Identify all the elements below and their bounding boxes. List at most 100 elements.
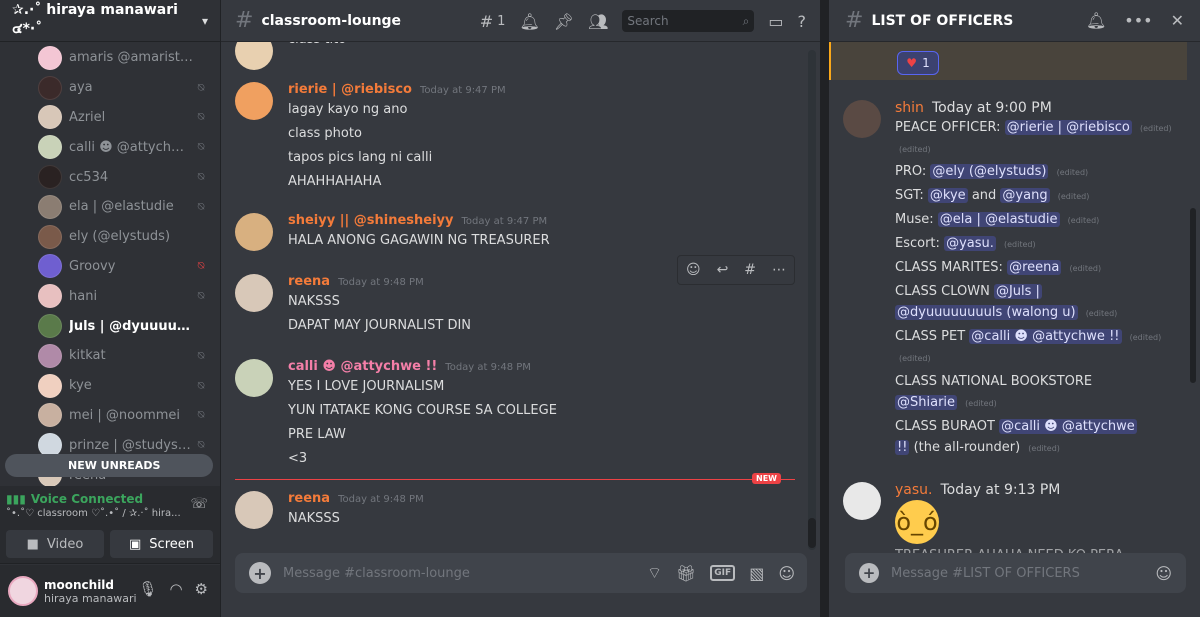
gear-icon[interactable]: ⚙ bbox=[195, 580, 208, 598]
avatar[interactable] bbox=[38, 165, 62, 190]
avatar[interactable] bbox=[235, 274, 273, 312]
message-text: class photo bbox=[288, 126, 362, 141]
message-author[interactable]: yasu. bbox=[895, 482, 932, 498]
headphones-icon[interactable]: ◠ bbox=[169, 580, 182, 598]
voice-member[interactable]: kitkat ⍉ bbox=[0, 341, 220, 371]
avatar[interactable] bbox=[235, 213, 273, 251]
user-mention[interactable]: @Shiarie bbox=[895, 395, 958, 410]
thread-composer[interactable]: + Message #LIST OF OFFICERS ☺ bbox=[845, 553, 1186, 593]
avatar[interactable] bbox=[235, 42, 273, 70]
scrollbar[interactable] bbox=[808, 50, 816, 550]
voice-member[interactable]: ela | @elastudie ⍉ bbox=[0, 192, 220, 222]
heart-reaction[interactable]: ♥ 1 bbox=[897, 51, 939, 75]
avatar[interactable] bbox=[38, 45, 62, 70]
add-reaction-icon[interactable]: ☺ bbox=[686, 262, 701, 278]
thread-scrollbar-thumb[interactable] bbox=[1190, 208, 1196, 383]
avatar[interactable] bbox=[235, 359, 273, 397]
more-icon[interactable]: ⋯ bbox=[772, 262, 786, 278]
message-author[interactable]: calli ☻ @attychwe !! bbox=[288, 359, 437, 374]
voice-status[interactable]: ▮▮▮ Voice Connected bbox=[6, 492, 143, 506]
gif-icon[interactable]: GIF bbox=[710, 565, 736, 581]
message-author[interactable]: shin bbox=[895, 100, 924, 116]
inbox-icon[interactable]: ▭ bbox=[768, 12, 783, 31]
avatar[interactable] bbox=[235, 491, 273, 529]
user-mention[interactable]: @calli ☻ @attychwe bbox=[999, 419, 1137, 434]
avatar[interactable] bbox=[38, 254, 62, 279]
bell-icon[interactable]: 🔔︎ bbox=[519, 12, 539, 31]
avatar[interactable] bbox=[235, 82, 273, 120]
user-mention[interactable]: @kye bbox=[927, 188, 968, 203]
officer-text: CLASS CLOWN bbox=[895, 284, 990, 299]
close-icon[interactable]: ✕ bbox=[1171, 11, 1184, 30]
user-mention[interactable]: @reena bbox=[1007, 260, 1062, 275]
reply-icon[interactable]: ↩ bbox=[717, 262, 729, 278]
video-button[interactable]: ■ Video bbox=[6, 530, 104, 558]
avatar[interactable] bbox=[38, 75, 62, 100]
user-mention[interactable]: @Juls | bbox=[993, 284, 1042, 299]
muted-mic-icon bbox=[194, 319, 208, 333]
new-unreads-pill[interactable]: NEW UNREADS bbox=[5, 454, 213, 477]
avatar[interactable] bbox=[38, 343, 62, 368]
message-composer[interactable]: + Message #classroom-lounge ⌔ 🎁︎ GIF ▧ ☺ bbox=[235, 553, 807, 593]
avatar[interactable] bbox=[38, 135, 62, 160]
help-icon[interactable]: ? bbox=[798, 12, 807, 31]
user-mention[interactable]: @calli ☻ @attychwe !! bbox=[969, 329, 1122, 344]
avatar[interactable] bbox=[8, 576, 38, 606]
message-author[interactable]: rierie | @riebisco bbox=[288, 82, 412, 97]
sticker-icon[interactable]: ▧ bbox=[749, 564, 764, 583]
pin-icon[interactable]: 📌︎ bbox=[554, 12, 574, 31]
user-mention[interactable]: !! bbox=[895, 440, 910, 455]
user-info[interactable]: moonchild hiraya manawari bbox=[44, 578, 137, 605]
user-mention[interactable]: @dyuuuuuuuuls (walong u) bbox=[895, 305, 1078, 320]
voice-member[interactable]: kye ⍉ bbox=[0, 371, 220, 401]
voice-member[interactable]: mei | @noommei ⍉ bbox=[0, 401, 220, 431]
avatar[interactable] bbox=[38, 224, 62, 249]
message-author[interactable]: reena bbox=[288, 491, 330, 506]
voice-member[interactable]: aya ⍉ bbox=[0, 73, 220, 103]
voice-member[interactable]: amaris @amaristudy bbox=[0, 43, 220, 73]
voice-member[interactable]: Groovy ⍉ bbox=[0, 252, 220, 282]
user-mention[interactable]: @ely (@elystuds) bbox=[930, 164, 1049, 179]
avatar[interactable] bbox=[843, 100, 881, 138]
voice-member[interactable]: ely (@elystuds) bbox=[0, 222, 220, 252]
user-mention[interactable]: @yang bbox=[1000, 188, 1050, 203]
add-attachment-icon[interactable]: + bbox=[249, 562, 271, 584]
avatar[interactable] bbox=[38, 314, 62, 339]
emoji-icon[interactable]: ☺ bbox=[778, 564, 795, 583]
voice-member[interactable]: cc534 ⍉ bbox=[0, 162, 220, 192]
gift-icon[interactable]: 🎁︎ bbox=[676, 564, 696, 583]
message-author[interactable]: sheiyy || @shinesheiyy bbox=[288, 213, 454, 228]
create-thread-icon[interactable]: # bbox=[744, 262, 756, 278]
thread-scrollbar[interactable] bbox=[1190, 50, 1196, 550]
avatar[interactable] bbox=[843, 482, 881, 520]
user-mention[interactable]: @ela | @elastudie bbox=[937, 212, 1060, 227]
members-icon[interactable]: 👥︎ bbox=[588, 12, 608, 31]
voice-member[interactable]: Juls | @dyuuuuuuuuls (w... bbox=[0, 311, 220, 341]
avatar[interactable] bbox=[38, 403, 62, 428]
chevron-down-icon[interactable]: ▾ bbox=[202, 14, 208, 28]
server-header[interactable]: ✰.·˚ hiraya manawari ๔*·˚ ▾ bbox=[0, 0, 220, 42]
disconnect-icon[interactable]: ☏ bbox=[190, 496, 208, 512]
microphone-icon[interactable]: 🎙︎ bbox=[138, 580, 157, 598]
voice-member[interactable]: calli ☻ @attychwe !! ⍉ bbox=[0, 132, 220, 162]
thread-message-input[interactable]: Message #LIST OF OFFICERS bbox=[891, 566, 1155, 581]
screen-share-button[interactable]: ▣ Screen bbox=[110, 530, 213, 558]
avatar[interactable] bbox=[38, 194, 62, 219]
add-attachment-icon[interactable]: + bbox=[859, 563, 879, 583]
user-mention[interactable]: @rierie | @riebisco bbox=[1004, 120, 1132, 135]
message-input[interactable]: Message #classroom-lounge bbox=[283, 566, 647, 581]
threads-icon[interactable]: # bbox=[480, 12, 493, 31]
voice-member[interactable]: Azriel ⍉ bbox=[0, 103, 220, 133]
more-icon[interactable]: ••• bbox=[1124, 11, 1152, 30]
avatar[interactable] bbox=[38, 373, 62, 398]
avatar[interactable] bbox=[38, 284, 62, 309]
user-mention[interactable]: @yasu. bbox=[944, 236, 996, 251]
scrollbar-thumb[interactable] bbox=[808, 518, 816, 548]
voice-member[interactable]: hani ⍉ bbox=[0, 281, 220, 311]
bell-icon[interactable]: 🔔︎ bbox=[1086, 11, 1106, 30]
emoji-icon[interactable]: ☺ bbox=[1155, 564, 1172, 583]
avatar[interactable] bbox=[38, 105, 62, 130]
search-input[interactable]: Search ⌕ bbox=[622, 10, 755, 32]
sticker-signal-icon[interactable]: ⌔ bbox=[647, 563, 662, 583]
message-author[interactable]: reena bbox=[288, 274, 330, 289]
